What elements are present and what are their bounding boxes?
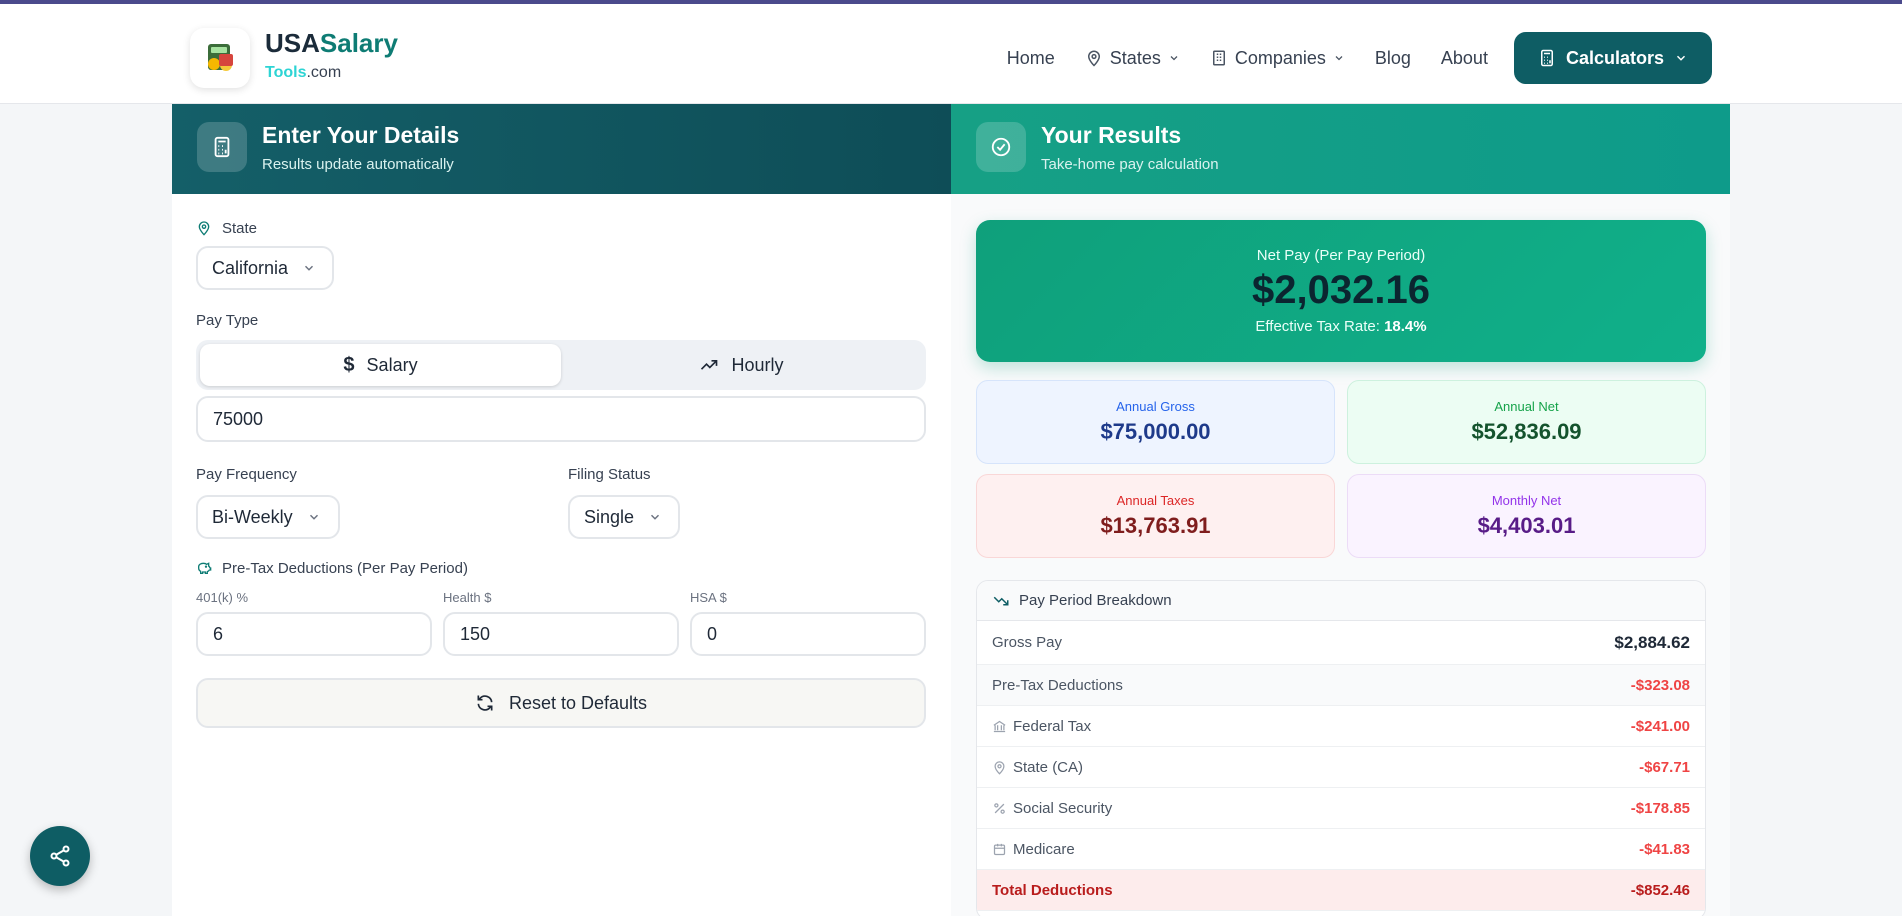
filing-status-label: Filing Status: [568, 466, 651, 483]
piggy-bank-icon: [198, 562, 212, 574]
state-label: State: [222, 220, 258, 237]
breakdown-row-pretax: Pre-Tax Deductions -$323.08: [977, 665, 1705, 706]
nav-companies[interactable]: Companies: [1210, 48, 1345, 69]
results-panel: Net Pay (Per Pay Period) $2,032.16 Effec…: [951, 194, 1730, 916]
net-pay-value: $2,032.16: [1252, 268, 1430, 312]
form-subtitle: Results update automatically: [262, 156, 454, 173]
annual-taxes-card: Annual Taxes $13,763.91: [976, 474, 1335, 558]
breakdown-row-medicare: Medicare -$41.83: [977, 829, 1705, 870]
breakdown-row-state: State (CA) -$67.71: [977, 747, 1705, 788]
building-icon: [1212, 50, 1225, 66]
breakdown-row-total: Total Deductions -$852.46: [977, 870, 1705, 911]
net-pay-card: Net Pay (Per Pay Period) $2,032.16 Effec…: [976, 220, 1706, 362]
map-pin-icon: [198, 221, 210, 236]
trending-up-icon: [701, 360, 718, 370]
effective-tax-rate: Effective Tax Rate: 18.4%: [1255, 318, 1427, 335]
pay-frequency-select[interactable]: Bi-Weekly: [196, 495, 340, 539]
form-header: Enter Your Details Results update automa…: [172, 104, 951, 194]
salary-input[interactable]: [196, 396, 926, 442]
calculators-button[interactable]: Calculators: [1513, 32, 1712, 84]
pay-type-label: Pay Type: [196, 312, 259, 329]
nav-blog[interactable]: Blog: [1375, 48, 1411, 69]
chevron-down-icon: [1335, 56, 1343, 61]
site-header: USASalary Tools.com Home States Companie…: [0, 4, 1902, 104]
health-label: Health $: [443, 590, 492, 605]
percent-icon: [994, 802, 1005, 814]
results-header: Your Results Take-home pay calculation: [951, 104, 1730, 194]
share-button[interactable]: [30, 826, 90, 886]
pay-period-breakdown: Pay Period Breakdown Gross Pay $2,884.62…: [976, 580, 1706, 916]
dollar-icon: $: [343, 353, 355, 376]
pay-type-salary[interactable]: $ Salary: [200, 344, 561, 386]
pay-type-hourly[interactable]: Hourly: [561, 344, 922, 386]
reset-button[interactable]: Reset to Defaults: [196, 678, 926, 728]
hsa-label: HSA $: [690, 590, 727, 605]
check-circle-icon: [976, 122, 1026, 172]
pay-type-toggle: $ Salary Hourly: [196, 340, 926, 390]
state-select[interactable]: California: [196, 246, 334, 290]
calculator-card: Enter Your Details Results update automa…: [172, 104, 1730, 916]
nav-home[interactable]: Home: [1007, 48, 1055, 69]
chevron-down-icon: [309, 514, 318, 520]
breakdown-row-social-security: Social Security -$178.85: [977, 788, 1705, 829]
nav-about[interactable]: About: [1441, 48, 1488, 69]
refresh-icon: [477, 695, 493, 711]
map-pin-icon: [1087, 50, 1100, 67]
net-pay-label: Net Pay (Per Pay Period): [1256, 247, 1426, 264]
logo-icon[interactable]: [190, 28, 250, 88]
breakdown-row-gross: Gross Pay $2,884.62: [977, 621, 1705, 665]
breakdown-row-federal: Federal Tax -$241.00: [977, 706, 1705, 747]
filing-status-select[interactable]: Single: [568, 495, 680, 539]
brand-name[interactable]: USASalary: [265, 28, 398, 59]
pretax-label: Pre-Tax Deductions (Per Pay Period): [222, 560, 468, 577]
chevron-down-icon: [651, 514, 660, 520]
chevron-down-icon: [305, 265, 314, 271]
annual-net-card: Annual Net $52,836.09: [1347, 380, 1706, 464]
pay-frequency-label: Pay Frequency: [196, 466, 297, 483]
bank-icon: [993, 720, 1006, 732]
results-title: Your Results: [1041, 122, 1182, 148]
calculator-icon: [1540, 49, 1553, 67]
hsa-input[interactable]: [690, 612, 926, 656]
health-input[interactable]: [443, 612, 679, 656]
k401-label: 401(k) %: [196, 590, 249, 605]
trending-down-icon: [993, 596, 1009, 605]
breakdown-header: Pay Period Breakdown: [977, 581, 1705, 621]
form-title: Enter Your Details: [262, 122, 460, 148]
k401-input[interactable]: [196, 612, 432, 656]
chevron-down-icon: [1676, 55, 1686, 61]
share-icon: [50, 845, 70, 867]
main-nav: Home States Companies Blog About Calcula…: [977, 32, 1712, 84]
annual-gross-card: Annual Gross $75,000.00: [976, 380, 1335, 464]
chevron-down-icon: [1170, 56, 1178, 61]
monthly-net-card: Monthly Net $4,403.01: [1347, 474, 1706, 558]
calendar-icon: [993, 843, 1006, 855]
results-subtitle: Take-home pay calculation: [1041, 156, 1219, 173]
calculator-icon: [197, 122, 247, 172]
map-pin-icon: [994, 760, 1005, 775]
brand-domain: Tools.com: [265, 64, 342, 81]
nav-states[interactable]: States: [1085, 48, 1180, 69]
